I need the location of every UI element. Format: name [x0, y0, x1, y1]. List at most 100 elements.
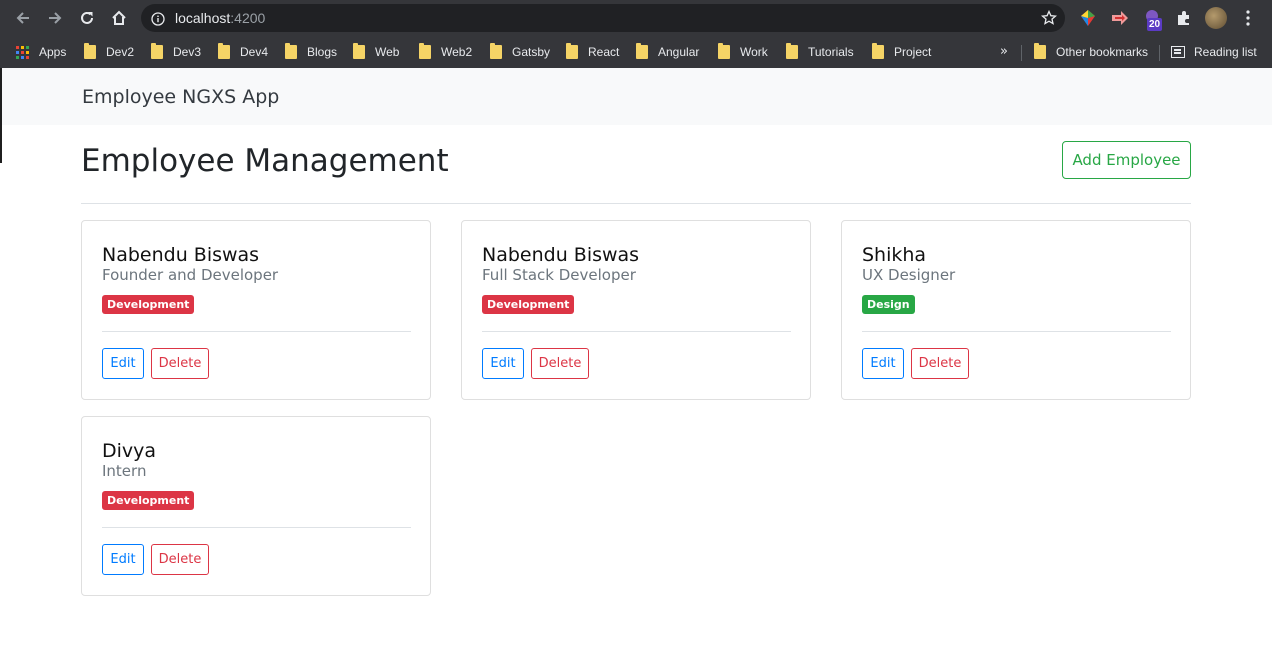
- app-brand[interactable]: Employee NGXS App: [82, 86, 279, 108]
- back-arrow-icon[interactable]: [12, 7, 34, 29]
- bookmark-apps[interactable]: Apps: [16, 42, 66, 62]
- department-badge: Development: [102, 295, 195, 314]
- edit-button[interactable]: Edit: [482, 348, 524, 379]
- bookmark-label: Dev3: [173, 45, 202, 59]
- bookmark-label: Other bookmarks: [1056, 45, 1149, 59]
- employee-name: Nabendu Biswas: [482, 244, 640, 266]
- home-icon[interactable]: [108, 7, 130, 29]
- forward-arrow-icon[interactable]: [44, 7, 66, 29]
- bookmark-separator: [1021, 45, 1022, 61]
- edit-button[interactable]: Edit: [862, 348, 904, 379]
- bookmark-label: Dev4: [240, 45, 269, 59]
- folder-icon: [636, 43, 648, 59]
- folder-icon: [218, 43, 230, 59]
- bookmark-label: React: [588, 45, 620, 59]
- employee-role: UX Designer: [862, 266, 956, 284]
- employee-card: Divya Intern Development Edit Delete: [81, 416, 431, 596]
- bookmark-folder-blogs[interactable]: Blogs: [285, 42, 337, 62]
- folder-icon: [419, 43, 431, 59]
- bookmark-label: Tutorials: [808, 45, 854, 59]
- card-divider: [482, 331, 791, 332]
- puzzle-icon[interactable]: [1174, 8, 1194, 28]
- bookmark-folder-angular[interactable]: Angular: [636, 42, 699, 62]
- reading-list-icon: [1171, 46, 1185, 58]
- employee-role: Full Stack Developer: [482, 266, 636, 284]
- delete-button[interactable]: Delete: [151, 348, 209, 379]
- edit-button[interactable]: Edit: [102, 348, 144, 379]
- bookmark-folder-gatsby[interactable]: Gatsby: [490, 42, 550, 62]
- folder-icon: [490, 43, 502, 59]
- address-bar[interactable]: localhost:4200: [141, 4, 1065, 32]
- reading-list-button[interactable]: Reading list: [1171, 42, 1257, 62]
- bookmark-label: Web: [375, 45, 400, 59]
- card-divider: [102, 527, 411, 528]
- folder-icon: [151, 43, 163, 59]
- bookmark-label: Gatsby: [512, 45, 551, 59]
- bookmark-folder-web2[interactable]: Web2: [419, 42, 472, 62]
- window-edge: [0, 125, 2, 163]
- bookmarks-bar: Apps Dev2 Dev3 Dev4 Blogs Web Web2 Gatsb…: [0, 36, 1272, 68]
- profile-avatar[interactable]: [1205, 7, 1227, 29]
- page-title: Employee Management: [81, 143, 449, 179]
- bookmark-label: Project: [894, 45, 932, 59]
- browser-toolbar: localhost:4200 20: [0, 0, 1272, 36]
- department-badge: Design: [862, 295, 915, 314]
- bookmark-folder-other[interactable]: Other bookmarks: [1034, 42, 1148, 62]
- url-text[interactable]: localhost:4200: [175, 10, 265, 26]
- folder-icon: [718, 43, 730, 59]
- bookmark-folder-work[interactable]: Work: [718, 42, 768, 62]
- extension-badge: 20: [1147, 18, 1163, 31]
- folder-icon: [353, 43, 365, 59]
- header-divider: [81, 203, 1191, 204]
- bookmark-label: Blogs: [307, 45, 338, 59]
- bookmark-label: Work: [740, 45, 768, 59]
- url-host: localhost: [175, 10, 231, 26]
- delete-button[interactable]: Delete: [911, 348, 969, 379]
- bookmark-label: Angular: [658, 45, 700, 59]
- info-icon[interactable]: [151, 11, 165, 26]
- reading-list-label: Reading list: [1194, 45, 1257, 59]
- bookmark-separator: [1159, 45, 1160, 61]
- employee-card: Nabendu Biswas Full Stack Developer Deve…: [461, 220, 811, 400]
- employee-name: Divya: [102, 440, 157, 462]
- folder-icon: [872, 43, 884, 59]
- star-icon[interactable]: [1040, 9, 1058, 26]
- bookmark-label: Web2: [441, 45, 473, 59]
- bookmark-folder-dev4[interactable]: Dev4: [218, 42, 268, 62]
- employee-card: Nabendu Biswas Founder and Developer Dev…: [81, 220, 431, 400]
- card-divider: [862, 331, 1171, 332]
- folder-icon: [566, 43, 578, 59]
- department-badge: Development: [482, 295, 575, 314]
- bookmark-folder-dev3[interactable]: Dev3: [151, 42, 201, 62]
- color-extension-icon[interactable]: [1078, 8, 1098, 28]
- folder-icon: [84, 43, 96, 59]
- bookmark-label: Dev2: [106, 45, 135, 59]
- employee-name: Nabendu Biswas: [102, 244, 260, 266]
- apps-grid-icon: [16, 45, 29, 59]
- reload-icon[interactable]: [76, 7, 98, 29]
- delete-button[interactable]: Delete: [531, 348, 589, 379]
- bookmark-folder-dev2[interactable]: Dev2: [84, 42, 134, 62]
- bookmark-label: Apps: [39, 45, 67, 59]
- menu-dots-icon[interactable]: [1240, 8, 1260, 28]
- edit-button[interactable]: Edit: [102, 544, 144, 575]
- bookmark-folder-project[interactable]: Project: [872, 42, 931, 62]
- employee-name: Shikha: [862, 244, 927, 266]
- bookmark-folder-tutorials[interactable]: Tutorials: [786, 42, 854, 62]
- employee-role: Intern: [102, 462, 147, 480]
- add-employee-button[interactable]: Add Employee: [1062, 141, 1191, 179]
- bookmarks-overflow-icon[interactable]: »: [1000, 44, 1008, 59]
- arrow-extension-icon[interactable]: [1110, 8, 1130, 28]
- folder-icon: [285, 43, 297, 59]
- url-port: :4200: [230, 10, 266, 26]
- delete-button[interactable]: Delete: [151, 544, 209, 575]
- bookmark-folder-web[interactable]: Web: [353, 42, 399, 62]
- employee-role: Founder and Developer: [102, 266, 279, 284]
- department-badge: Development: [102, 491, 195, 510]
- employee-card: Shikha UX Designer Design Edit Delete: [841, 220, 1191, 400]
- bookmark-folder-react[interactable]: React: [566, 42, 619, 62]
- folder-icon: [1034, 43, 1046, 59]
- folder-icon: [786, 43, 798, 59]
- card-divider: [102, 331, 411, 332]
- app-navbar: Employee NGXS App: [0, 68, 1272, 125]
